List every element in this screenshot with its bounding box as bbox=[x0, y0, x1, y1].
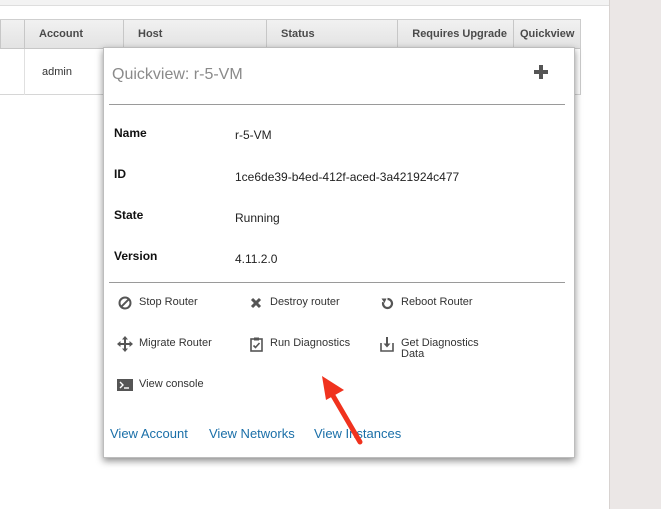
view-networks-link[interactable]: View Networks bbox=[209, 426, 295, 441]
annotation-arrow-icon bbox=[322, 376, 363, 445]
detail-label-version: Version bbox=[114, 249, 158, 263]
column-header-account[interactable]: Account bbox=[24, 20, 123, 49]
reboot-icon bbox=[379, 295, 395, 311]
divider bbox=[109, 104, 565, 105]
column-header-quickview[interactable]: Quickview bbox=[513, 20, 581, 49]
migrate-router-label: Migrate Router bbox=[139, 337, 212, 349]
reboot-router-label: Reboot Router bbox=[401, 296, 473, 308]
detail-label-name: Name bbox=[114, 126, 147, 140]
get-diagnostics-label-line2: Data bbox=[401, 348, 425, 360]
column-header-status[interactable]: Status bbox=[266, 20, 397, 49]
close-icon bbox=[248, 295, 264, 311]
view-account-link[interactable]: View Account bbox=[110, 426, 188, 441]
quickview-title: Quickview: r-5-VM bbox=[112, 66, 243, 83]
stop-icon bbox=[117, 295, 133, 311]
right-gutter bbox=[609, 0, 661, 509]
detail-value-id: 1ce6de39-b4ed-412f-aced-3a421924c477 bbox=[235, 170, 460, 184]
terminal-icon bbox=[117, 377, 133, 393]
detail-label-state: State bbox=[114, 208, 144, 222]
run-diagnostics-label: Run Diagnostics bbox=[270, 337, 351, 349]
detail-value-name: r-5-VM bbox=[235, 128, 272, 142]
column-header-blank[interactable] bbox=[0, 20, 24, 49]
divider bbox=[109, 282, 565, 283]
destroy-router-label: Destroy router bbox=[270, 296, 340, 308]
top-strip bbox=[0, 0, 609, 6]
plus-icon[interactable] bbox=[534, 65, 548, 79]
detail-value-state: Running bbox=[235, 211, 280, 225]
column-header-host[interactable]: Host bbox=[123, 20, 266, 49]
column-header-requires-upgrade[interactable]: Requires Upgrade bbox=[397, 20, 513, 49]
move-icon bbox=[117, 336, 133, 352]
row-cell-blank bbox=[0, 49, 24, 95]
detail-value-version: 4.11.2.0 bbox=[235, 252, 278, 266]
detail-label-id: ID bbox=[114, 167, 126, 181]
download-icon bbox=[379, 336, 395, 352]
view-console-label: View console bbox=[139, 378, 204, 390]
stop-router-label: Stop Router bbox=[139, 296, 198, 308]
clipboard-check-icon bbox=[248, 336, 264, 352]
table-header: Account Host Status Requires Upgrade Qui… bbox=[0, 19, 580, 49]
